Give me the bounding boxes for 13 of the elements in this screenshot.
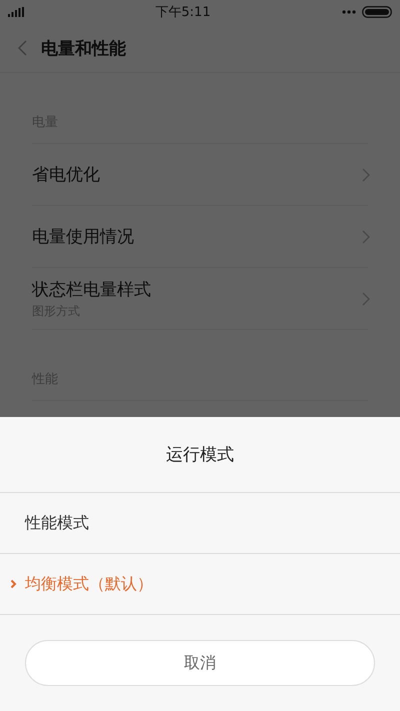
back-icon[interactable] xyxy=(18,40,27,56)
page-title: 电量和性能 xyxy=(41,38,126,60)
sheet-title: 运行模式 xyxy=(166,444,234,466)
cancel-button[interactable]: 取消 xyxy=(25,640,375,686)
setting-title[interactable]: 省电优化 xyxy=(32,163,100,186)
signal-icon xyxy=(8,7,24,17)
battery-icon xyxy=(362,6,392,18)
setting-title[interactable]: 电量使用情况 xyxy=(32,225,134,248)
mode-option[interactable]: 均衡模式（默认） xyxy=(25,574,153,594)
more-icon xyxy=(342,10,356,14)
setting-title[interactable]: 状态栏电量样式 xyxy=(32,278,151,300)
mode-option[interactable]: 性能模式 xyxy=(25,512,89,534)
status-time: 下午5:11 xyxy=(155,5,211,20)
